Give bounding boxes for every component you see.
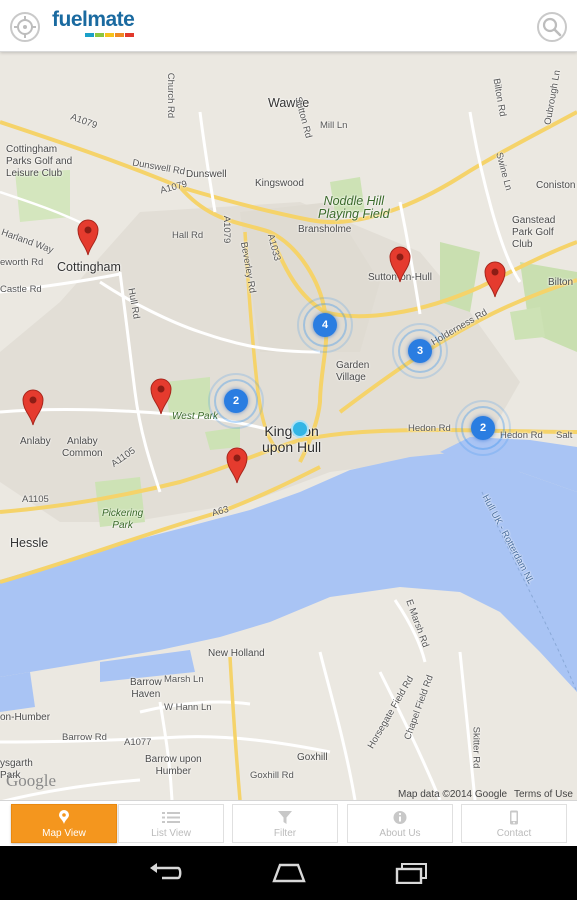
nav-filter-label: Filter — [273, 828, 297, 839]
nav-map-view-label: Map View — [42, 828, 86, 839]
search-button[interactable] — [537, 12, 567, 42]
cluster-count: 4 — [313, 313, 337, 337]
search-icon — [542, 17, 562, 37]
map-label-coniston: Coniston — [536, 180, 576, 191]
bottom-nav: Map View List View Filter About Us Conta… — [0, 800, 577, 846]
cluster-count: 3 — [408, 339, 432, 363]
road-label-hedon-rd: Hedon Rd — [408, 423, 451, 434]
station-cluster[interactable]: 4 — [297, 297, 353, 353]
app-header: fuelmate — [0, 0, 577, 52]
fuel-station-pin[interactable] — [226, 446, 248, 484]
recent-apps-icon[interactable] — [395, 862, 429, 884]
map-label-barrow-upon-humber: Barrow upon Humber — [145, 754, 202, 777]
map-label-cottingham-golf: Cottingham Parks Golf and Leisure Club — [6, 144, 73, 179]
road-label-skitter-rd: Skitter Rd — [470, 726, 482, 769]
road-label-w-hann-ln: W Hann Ln — [164, 702, 212, 713]
road-label-goxhill-rd: Goxhill Rd — [250, 770, 294, 781]
back-icon[interactable] — [148, 862, 182, 884]
home-icon[interactable] — [272, 863, 306, 883]
nav-filter[interactable]: Filter — [232, 804, 338, 843]
map-label-goxhill: Goxhill — [297, 752, 328, 763]
fuelmate-logo: fuelmate — [52, 9, 135, 37]
cluster-count: 2 — [471, 416, 495, 440]
station-cluster[interactable]: 3 — [392, 323, 448, 379]
road-label-raywell: eworth Rd — [0, 257, 44, 268]
cluster-count: 2 — [224, 389, 248, 413]
list-icon — [162, 812, 180, 823]
map-label-anlaby: Anlaby — [20, 436, 51, 447]
nav-list-view-label: List View — [151, 828, 191, 839]
google-logo: Google — [6, 771, 57, 790]
nav-about-us-label: About Us — [379, 828, 421, 839]
nav-contact-label: Contact — [496, 828, 532, 839]
road-label-barrow-rd: Barrow Rd — [62, 732, 107, 743]
my-location-dot — [291, 420, 309, 438]
map-label-bilton: Bilton — [548, 277, 574, 288]
fuel-station-pin[interactable] — [77, 218, 99, 256]
logo-color-bars — [85, 33, 135, 37]
info-icon — [393, 811, 407, 824]
crosshair-icon — [14, 16, 36, 38]
road-label-hall-rd: Hall Rd — [172, 230, 204, 241]
nav-contact[interactable]: Contact — [461, 804, 567, 843]
nav-map-view[interactable]: Map View — [11, 804, 117, 843]
map-label-garden-village: Garden Village — [336, 360, 370, 383]
fuel-station-pin[interactable] — [22, 388, 44, 426]
map-label-dunswell: Dunswell — [186, 169, 227, 180]
map-label-pickering-park: Pickering Park — [102, 508, 144, 531]
fuel-station-pin[interactable] — [150, 377, 172, 415]
road-label-a1077: A1077 — [124, 737, 152, 748]
phone-icon — [510, 810, 518, 825]
station-cluster[interactable]: 2 — [455, 400, 511, 456]
map-label-noddle-hill: Noddle Hill Playing Field — [318, 194, 390, 221]
map-label-barrow-haven: Barrow Haven — [130, 677, 162, 700]
nav-about-us[interactable]: About Us — [347, 804, 453, 843]
map-label-cottingham: Cottingham — [57, 260, 121, 274]
map-attribution: Map data ©2014 Google — [398, 789, 508, 800]
android-navigation-bar — [0, 846, 577, 900]
station-cluster[interactable]: 2 — [208, 373, 264, 429]
map-label-bransholme: Bransholme — [298, 224, 352, 235]
locate-button[interactable] — [10, 12, 40, 42]
road-label-a1105-b: A1105 — [22, 494, 49, 505]
map-label-barton: on-Humber — [0, 712, 51, 723]
nav-list-view[interactable]: List View — [118, 804, 224, 843]
map-label-hessle: Hessle — [10, 536, 49, 550]
map-label-new-holland: New Holland — [208, 648, 265, 659]
map-label-anlaby-common: Anlaby Common — [62, 436, 103, 459]
road-label-church-rd: Church Rd — [165, 72, 177, 119]
logo-text: fuelmate — [52, 8, 135, 31]
map-label-ganstead: Ganstead Park Golf Club — [512, 215, 556, 250]
fuel-station-pin[interactable] — [484, 260, 506, 298]
road-label-mill-ln: Mill Ln — [320, 120, 348, 131]
terms-of-use-link[interactable]: Terms of Use — [514, 789, 573, 800]
road-label-castle-rd: Castle Rd — [0, 284, 42, 295]
map-view[interactable]: Cottingham Parks Golf and Leisure Club C… — [0, 52, 577, 800]
fuel-station-pin[interactable] — [389, 245, 411, 283]
filter-funnel-icon — [278, 811, 292, 824]
road-label-salt-end: Salt — [556, 430, 573, 441]
map-pin-icon — [59, 810, 69, 824]
road-label-a1079-n: A1079 — [221, 215, 233, 244]
road-label-marsh-ln: Marsh Ln — [164, 674, 204, 685]
map-label-kingswood: Kingswood — [255, 178, 304, 189]
